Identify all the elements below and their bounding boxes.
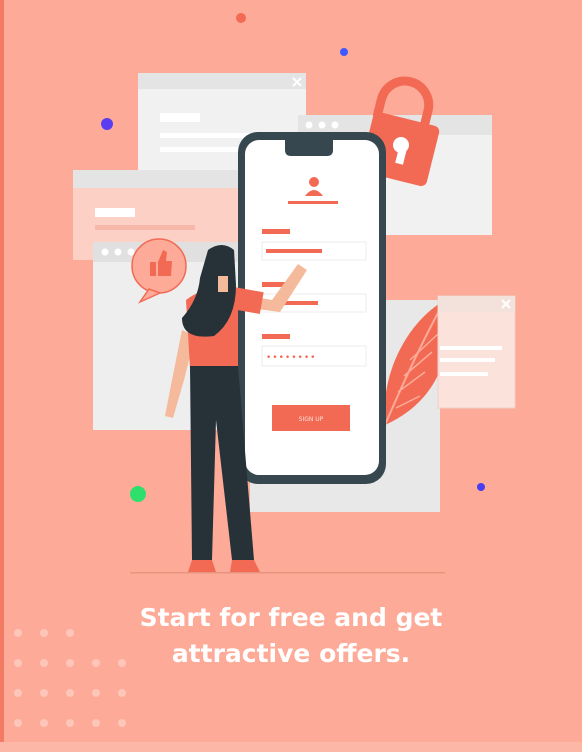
- decor-dot-blue-top: [340, 48, 348, 56]
- ground-line: [130, 572, 445, 574]
- browser-window-small: [437, 295, 516, 409]
- dot-grid-decoration: [14, 629, 126, 727]
- signup-button-label: SIGN UP: [299, 416, 324, 423]
- decor-dot-blue-bottom: [477, 483, 485, 491]
- password-mask: ••••••••: [266, 353, 316, 363]
- onboarding-screen: •••••••• SIGN UP Start for free and get …: [0, 0, 582, 752]
- decor-dot-green: [130, 486, 146, 502]
- decor-dot-orange: [236, 13, 246, 23]
- signup-illustration: •••••••• SIGN UP: [73, 13, 516, 574]
- form-label-3: [262, 334, 290, 339]
- decor-dot-purple: [101, 118, 113, 130]
- form-label-1: [262, 229, 290, 234]
- bottom-strip: [0, 742, 582, 752]
